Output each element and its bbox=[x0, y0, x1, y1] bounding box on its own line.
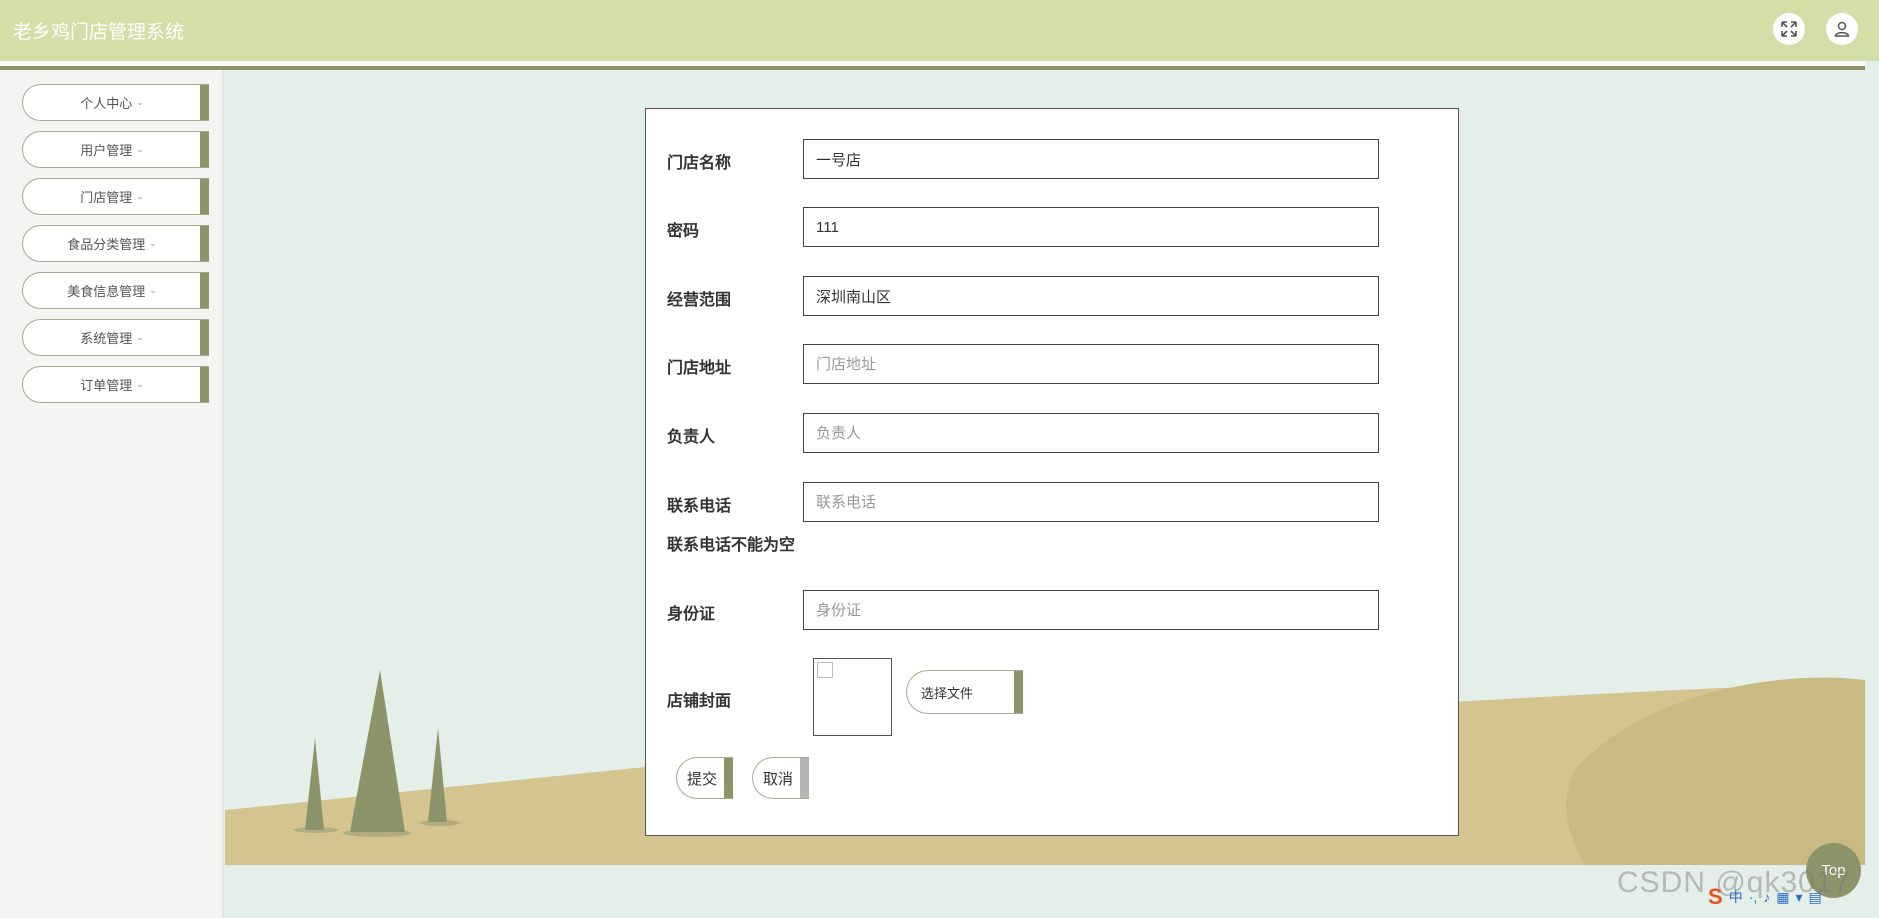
store-edit-form: 门店名称 密码 经营范围 门店地址 负责人 联系电话 联系电话不能为空 身份证 … bbox=[645, 108, 1459, 836]
ime-toolbar[interactable]: S 中 ·, ♪ ▦ ▾ ▤ bbox=[1708, 884, 1873, 910]
store-name-input[interactable] bbox=[803, 139, 1379, 179]
sidebar-item-label: 门店管理 bbox=[80, 190, 133, 205]
ime-skin-icon[interactable]: ▾ bbox=[1795, 889, 1802, 906]
broken-image-icon bbox=[817, 662, 833, 678]
sidebar: 个人中心 ⌄ 用户管理 ⌄ 门店管理 ⌄ 食品分类管理 ⌄ 美食信息管理 ⌄ 系统管理 ⌄ … bbox=[0, 70, 224, 918]
sidebar-item-order-management[interactable]: 订单管理 ⌄ bbox=[22, 366, 209, 403]
id-card-input[interactable] bbox=[803, 590, 1379, 630]
sidebar-item-user-management[interactable]: 用户管理 ⌄ bbox=[22, 131, 209, 168]
ime-mic-icon[interactable]: ♪ bbox=[1763, 889, 1770, 905]
chevron-down-icon: ⌄ bbox=[136, 97, 144, 107]
password-label: 密码 bbox=[667, 223, 700, 240]
ime-punctuation-icon[interactable]: ·, bbox=[1749, 889, 1758, 905]
chevron-down-icon: ⌄ bbox=[136, 191, 144, 201]
chevron-down-icon: ⌄ bbox=[136, 332, 144, 342]
id-card-label: 身份证 bbox=[667, 606, 716, 623]
phone-input[interactable] bbox=[803, 482, 1379, 522]
top-bar: 老乡鸡门店管理系统 bbox=[0, 0, 1879, 70]
sidebar-item-food-info-management[interactable]: 美食信息管理 ⌄ bbox=[22, 272, 209, 309]
sidebar-item-label: 用户管理 bbox=[80, 143, 133, 158]
sidebar-item-store-management[interactable]: 门店管理 ⌄ bbox=[22, 178, 209, 215]
business-scope-label: 经营范围 bbox=[667, 292, 732, 309]
sidebar-item-label: 美食信息管理 bbox=[67, 284, 146, 299]
ime-language-indicator[interactable]: 中 bbox=[1729, 887, 1743, 907]
address-label: 门店地址 bbox=[667, 360, 732, 377]
button-accent-bar bbox=[800, 758, 809, 798]
sidebar-item-label: 个人中心 bbox=[80, 96, 133, 111]
chevron-down-icon: ⌄ bbox=[149, 285, 157, 295]
expand-icon[interactable] bbox=[1773, 13, 1805, 45]
cancel-label: 取消 bbox=[763, 770, 794, 788]
chevron-down-icon: ⌄ bbox=[136, 144, 144, 154]
cancel-button[interactable]: 取消 bbox=[752, 757, 809, 799]
chevron-down-icon: ⌄ bbox=[149, 238, 157, 248]
cover-label: 店铺封面 bbox=[667, 693, 732, 710]
sidebar-item-personal-center[interactable]: 个人中心 ⌄ bbox=[22, 84, 209, 121]
chevron-down-icon: ⌄ bbox=[136, 379, 144, 389]
manager-label: 负责人 bbox=[667, 429, 716, 446]
sidebar-item-label: 系统管理 bbox=[80, 331, 133, 346]
submit-label: 提交 bbox=[687, 770, 718, 788]
ime-keyboard-icon[interactable]: ▦ bbox=[1776, 889, 1789, 906]
sidebar-item-system-management[interactable]: 系统管理 ⌄ bbox=[22, 319, 209, 356]
cover-image-preview[interactable] bbox=[813, 658, 892, 736]
phone-label: 联系电话 bbox=[667, 498, 732, 515]
sidebar-item-label: 食品分类管理 bbox=[67, 237, 146, 252]
choose-file-button[interactable]: 选择文件 bbox=[906, 670, 1023, 714]
app-title: 老乡鸡门店管理系统 bbox=[13, 22, 185, 43]
user-icon[interactable] bbox=[1826, 13, 1858, 45]
sidebar-item-food-category-management[interactable]: 食品分类管理 ⌄ bbox=[22, 225, 209, 262]
manager-input[interactable] bbox=[803, 413, 1379, 453]
button-accent-bar bbox=[1014, 671, 1023, 713]
ime-menu-icon[interactable]: ▤ bbox=[1809, 889, 1822, 906]
phone-error-message: 联系电话不能为空 bbox=[667, 537, 796, 554]
store-name-label: 门店名称 bbox=[667, 155, 732, 172]
address-input[interactable] bbox=[803, 344, 1379, 384]
ime-logo-icon: S bbox=[1708, 884, 1723, 909]
sidebar-item-label: 订单管理 bbox=[80, 378, 133, 393]
submit-button[interactable]: 提交 bbox=[676, 757, 733, 799]
password-input[interactable] bbox=[803, 207, 1379, 247]
button-accent-bar bbox=[724, 758, 733, 798]
choose-file-label: 选择文件 bbox=[921, 685, 974, 701]
business-scope-input[interactable] bbox=[803, 276, 1379, 316]
